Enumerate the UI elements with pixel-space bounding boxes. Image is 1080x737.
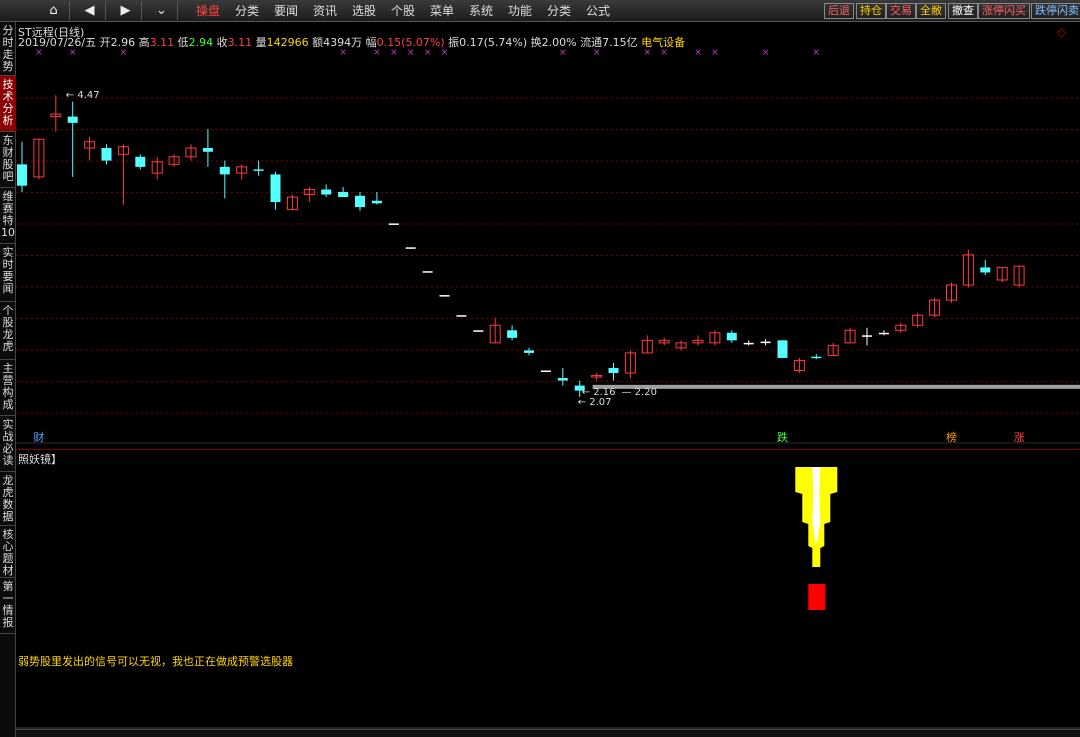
bottom-scrollbar[interactable]	[16, 729, 1080, 737]
menu-item-1[interactable]: 分类	[235, 2, 259, 20]
signal-marker: ×	[441, 48, 449, 58]
signal-marker: ×	[390, 48, 398, 58]
support-line	[592, 384, 1080, 389]
candle-body	[253, 169, 264, 171]
candle-body	[811, 356, 822, 359]
menu-item-8[interactable]: 功能	[508, 2, 532, 20]
signal-marker: ×	[424, 48, 432, 58]
toolbar-button-0[interactable]: 后退	[824, 3, 854, 19]
signal-marker: ×	[644, 48, 652, 58]
candle-body	[388, 223, 399, 225]
candle-body	[202, 148, 213, 152]
low-left-annotation: ← 2.16	[582, 387, 616, 398]
sidebar-tab-1[interactable]: 技术分析	[0, 76, 16, 132]
signal-marker: ×	[711, 48, 719, 58]
sidebar-tab-5[interactable]: 个股龙虎	[0, 302, 16, 360]
signal-marker: ×	[694, 48, 702, 58]
sidebar-tab-2[interactable]: 东财股吧	[0, 132, 16, 188]
sidebar-tab-8[interactable]: 龙虎数据	[0, 472, 16, 526]
low-annotation: ← 2.07	[578, 397, 612, 408]
sidebar-tab-10[interactable]: 第一情报	[0, 578, 16, 634]
candle-body	[862, 335, 872, 337]
panel-divider	[16, 449, 1080, 450]
candle-body	[355, 195, 365, 208]
signal-marker: ×	[407, 48, 415, 58]
indicator-title: 照妖镜】	[18, 453, 62, 466]
sidebar-tab-6[interactable]: 主营构成	[0, 360, 16, 416]
candle-body	[135, 156, 146, 167]
signal-marker: ×	[660, 48, 668, 58]
menu-item-0[interactable]: 操盘	[196, 2, 220, 20]
menu-item-5[interactable]: 个股	[391, 2, 415, 20]
dropdown-menu-icon[interactable]: ⌄	[146, 1, 178, 20]
toolbar-button-6[interactable]: 跌停闪卖	[1031, 3, 1080, 19]
toolbar-button-5[interactable]: 涨停闪买	[978, 3, 1030, 19]
candle-body	[270, 174, 281, 203]
top-toolbar: ⌂ ◀ ▶ ⌄ 操盘 分类 要闻 资讯 选股 个股 菜单 系统 功能 分类 公式 后退 持仓 交易 全敝 撤查…	[0, 0, 1080, 22]
signal-marker: ×	[813, 48, 821, 58]
toolbar-button-2[interactable]: 交易	[886, 3, 916, 19]
signal-marker: ×	[762, 48, 770, 58]
candle-body	[726, 332, 737, 341]
left-sidebar: 分时走势 技术分析 东财股吧 维赛特10 实时要闻 个股龙虎 主营构成 实战必读 龙虎数据 核心题…	[0, 22, 16, 737]
signal-marker: ×	[35, 48, 43, 58]
candle-body	[422, 271, 433, 273]
menu-item-4[interactable]: 选股	[352, 2, 376, 20]
kline-chart[interactable]: × × × × × × × × × × × × × × × × × ← 4.47 ← 2.07← 2.16 — 2.2…	[16, 22, 1080, 729]
candle-body	[878, 332, 889, 335]
sidebar-tab-0[interactable]: 分时走势	[0, 22, 16, 76]
candle-body	[405, 247, 416, 249]
candle-body	[540, 370, 551, 373]
signal-marker: ×	[593, 48, 601, 58]
candle-body	[473, 330, 484, 332]
menu-item-6[interactable]: 菜单	[430, 2, 454, 20]
signal-marker: ×	[559, 48, 567, 58]
candle-body	[608, 368, 619, 374]
candle-body	[101, 148, 112, 161]
sidebar-tab-7[interactable]: 实战必读	[0, 416, 16, 472]
candle-body	[507, 330, 518, 338]
back-arrow-icon[interactable]: ◀	[74, 1, 106, 20]
event-tag: 涨	[1014, 431, 1025, 444]
candle-body	[557, 378, 568, 381]
candle-body	[456, 315, 467, 317]
forward-arrow-icon[interactable]: ▶	[110, 1, 142, 20]
signal-marker: ×	[69, 48, 77, 58]
candle-body	[371, 200, 382, 204]
toolbar-button-3[interactable]: 全敝	[916, 3, 946, 19]
menu-item-9[interactable]: 分类	[547, 2, 571, 20]
candle-body	[760, 341, 771, 344]
low-right-annotation: — 2.20	[622, 387, 657, 398]
event-tag: 榜	[946, 430, 957, 444]
candle-body	[777, 340, 788, 358]
candle-body	[743, 342, 754, 345]
signal-marker: ×	[120, 48, 128, 58]
home-icon[interactable]: ⌂	[38, 1, 70, 20]
candle-body	[980, 267, 991, 273]
toolbar-button-4[interactable]: 撤查	[948, 3, 978, 19]
candle-body	[67, 116, 78, 123]
annotation-note: 弱势股里发出的信号可以无视，我也正在做成预警选股器	[18, 655, 293, 668]
candle-body	[17, 164, 27, 186]
menu-item-2[interactable]: 要闻	[274, 2, 298, 20]
signal-red-block	[808, 584, 826, 610]
candle-body	[338, 192, 349, 198]
sidebar-tab-3[interactable]: 维赛特10	[0, 188, 16, 244]
toolbar-button-1[interactable]: 持仓	[856, 3, 886, 19]
candle-body	[439, 295, 450, 297]
signal-marker: ×	[373, 48, 381, 58]
event-tag: 财	[33, 430, 44, 444]
sidebar-tab-4[interactable]: 实时要闻	[0, 244, 16, 302]
menu-item-7[interactable]: 系统	[469, 2, 493, 20]
candle-body	[524, 350, 534, 353]
sidebar-tab-9[interactable]: 核心题材	[0, 526, 16, 578]
menu-item-3[interactable]: 资讯	[313, 2, 337, 20]
candle-body	[219, 166, 230, 175]
menu-item-10[interactable]: 公式	[586, 2, 610, 20]
candle-body	[321, 189, 332, 195]
event-tag: 跌	[777, 430, 788, 444]
high-annotation: ← 4.47	[66, 90, 100, 101]
signal-marker: ×	[339, 48, 347, 58]
